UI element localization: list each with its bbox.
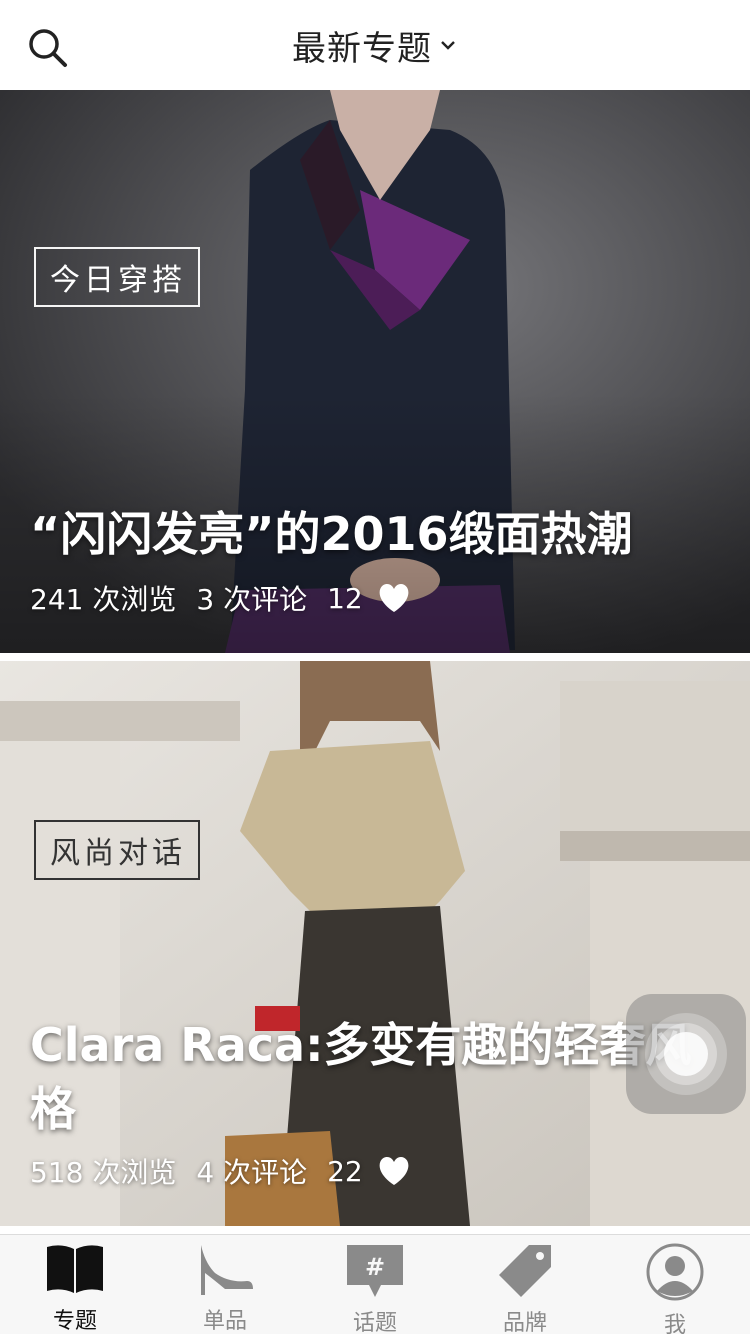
topic-title: Clara Raca:多变有趣的轻奢风格 (30, 1018, 692, 1136)
tab-me[interactable]: 我 (600, 1235, 750, 1334)
assistive-touch-icon (645, 1013, 727, 1095)
topic-filter-dropdown[interactable]: 最新专题 (292, 21, 458, 70)
high-heel-icon (195, 1243, 255, 1297)
like-count: 12 (327, 581, 363, 615)
topic-card-1[interactable]: 今日穿搭 “闪闪发亮”的2016缎面热潮 241 次浏览 3 次评论 12 (0, 90, 750, 653)
book-icon (45, 1243, 105, 1297)
page-title: 最新专题 (292, 28, 432, 69)
topic-stats: 241 次浏览 3 次评论 12 (30, 578, 411, 618)
tab-topics[interactable]: 专题 (0, 1235, 150, 1334)
comment-count: 4 次评论 (196, 1156, 308, 1189)
card-divider (0, 653, 750, 661)
bottom-tab-bar: 专题 单品 # 话题 品牌 我 (0, 1234, 750, 1334)
tab-brands[interactable]: 品牌 (450, 1235, 600, 1334)
view-count: 241 次浏览 (30, 583, 177, 616)
topic-card-2[interactable]: 风尚对话 Clara Raca:多变有趣的轻奢风格 518 次浏览 4 次评论 … (0, 661, 750, 1226)
chevron-down-icon (440, 36, 458, 54)
category-tag: 今日穿搭 (34, 247, 200, 307)
hashtag-bubble-icon: # (345, 1243, 405, 1299)
comment-count: 3 次评论 (196, 583, 308, 616)
user-avatar-icon (645, 1243, 705, 1301)
search-button[interactable] (26, 26, 70, 70)
assistive-touch-button[interactable] (626, 994, 746, 1114)
view-count: 518 次浏览 (30, 1156, 177, 1189)
search-icon (29, 29, 67, 67)
tab-label: 专题 (52, 1309, 97, 1334)
heart-icon[interactable] (377, 1155, 411, 1187)
tab-discussions[interactable]: # 话题 (300, 1235, 450, 1334)
tab-label: 我 (663, 1313, 686, 1334)
price-tag-icon (495, 1243, 555, 1299)
app-screen: 最新专题 今日穿搭 “闪闪发亮”的2016缎面热潮 241 次浏览 3 次评论 … (0, 0, 750, 1334)
tab-label: 品牌 (502, 1311, 547, 1334)
tab-items[interactable]: 单品 (150, 1235, 300, 1334)
heart-icon[interactable] (377, 582, 411, 614)
top-nav-bar: 最新专题 (0, 0, 750, 90)
topic-stats: 518 次浏览 4 次评论 22 (30, 1151, 411, 1191)
category-tag: 风尚对话 (34, 820, 200, 880)
svg-text:#: # (365, 1253, 385, 1281)
like-count: 22 (327, 1154, 363, 1188)
tab-label: 话题 (352, 1311, 397, 1334)
topic-card-image (0, 661, 750, 1226)
topic-title: “闪闪发亮”的2016缎面热潮 (30, 507, 633, 561)
tab-label: 单品 (202, 1309, 247, 1334)
